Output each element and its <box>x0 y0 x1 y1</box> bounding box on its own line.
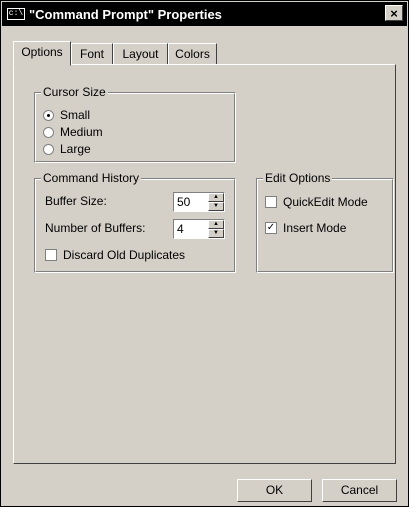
spin-down-icon[interactable]: ▼ <box>208 202 224 211</box>
spin-down-icon[interactable]: ▼ <box>208 229 224 238</box>
spin-buttons: ▲ ▼ <box>208 193 224 211</box>
ok-button[interactable]: OK <box>237 479 312 502</box>
radio-label: Small <box>60 108 91 122</box>
options-panel: Cursor Size Small Medium Large Command H… <box>13 64 396 464</box>
insert-mode-label: Insert Mode <box>283 221 347 235</box>
buffer-size-value: 50 <box>177 195 191 209</box>
cursor-size-title: Cursor Size <box>41 85 108 99</box>
discard-duplicates-row[interactable]: Discard Old Duplicates <box>45 247 185 263</box>
radio-button[interactable] <box>43 143 54 155</box>
radio-large[interactable]: Large <box>43 141 91 157</box>
cursor-size-group: Cursor Size Small Medium Large <box>34 85 236 163</box>
properties-dialog: c:\ "Command Prompt" Properties × Option… <box>0 0 409 507</box>
edit-options-group: Edit Options QuickEdit Mode ✓ Insert Mod… <box>256 171 394 273</box>
radio-small[interactable]: Small <box>43 107 90 123</box>
title-bar[interactable]: c:\ "Command Prompt" Properties × <box>2 2 407 26</box>
buffers-label: Number of Buffers: <box>45 221 146 235</box>
insert-mode-row[interactable]: ✓ Insert Mode <box>265 220 346 236</box>
cancel-button[interactable]: Cancel <box>322 479 397 502</box>
quickedit-label: QuickEdit Mode <box>283 195 368 209</box>
command-history-title: Command History <box>41 171 142 185</box>
spin-up-icon[interactable]: ▲ <box>208 193 224 202</box>
spin-up-icon[interactable]: ▲ <box>208 220 224 229</box>
close-button[interactable]: × <box>385 5 403 21</box>
radio-button[interactable] <box>43 126 54 138</box>
spin-buttons: ▲ ▼ <box>208 220 224 238</box>
buffers-stepper[interactable]: 4 ▲ ▼ <box>173 219 225 239</box>
edit-options-title: Edit Options <box>263 171 333 185</box>
tab-options[interactable]: Options <box>13 41 71 66</box>
quickedit-row[interactable]: QuickEdit Mode <box>265 194 368 210</box>
discard-duplicates-label: Discard Old Duplicates <box>63 248 186 262</box>
radio-medium[interactable]: Medium <box>43 124 103 140</box>
tab-font[interactable]: Font <box>71 43 113 65</box>
buffer-size-label: Buffer Size: <box>45 194 107 208</box>
discard-duplicates-checkbox[interactable] <box>45 249 57 261</box>
radio-label: Large <box>60 142 91 156</box>
quickedit-checkbox[interactable] <box>265 196 277 208</box>
command-prompt-icon: c:\ <box>7 8 25 20</box>
radio-label: Medium <box>60 125 103 139</box>
insert-mode-checkbox[interactable]: ✓ <box>265 222 277 234</box>
radio-button-selected[interactable] <box>43 109 54 121</box>
window-title: "Command Prompt" Properties <box>29 6 222 22</box>
buffer-size-stepper[interactable]: 50 ▲ ▼ <box>173 192 225 212</box>
buffers-value: 4 <box>177 222 184 236</box>
tab-layout[interactable]: Layout <box>113 43 168 65</box>
tab-colors[interactable]: Colors <box>168 43 217 65</box>
command-history-group: Command History Buffer Size: 50 ▲ ▼ Numb… <box>34 171 236 273</box>
